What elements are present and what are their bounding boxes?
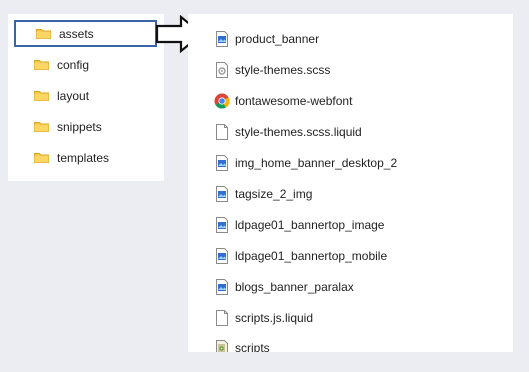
folder-label: templates <box>57 150 110 165</box>
folder-label: layout <box>57 88 90 103</box>
settings-file-icon <box>214 61 230 78</box>
image-file-icon <box>214 278 230 295</box>
folder-icon <box>34 90 49 101</box>
file-label: ldpage01_bannertop_mobile <box>235 248 388 263</box>
file-label: img_home_banner_desktop_2 <box>235 155 398 170</box>
script-file-icon <box>214 339 230 352</box>
file-item[interactable]: product_banner <box>188 23 513 54</box>
file-label: style-themes.scss <box>235 62 331 77</box>
file-label: fontawesome-webfont <box>235 93 353 108</box>
file-item[interactable]: ldpage01_bannertop_image <box>188 209 513 240</box>
file-label: scripts.js.liquid <box>235 310 314 325</box>
file-item[interactable]: tagsize_2_img <box>188 178 513 209</box>
folder-item-templates[interactable]: templates <box>14 144 157 171</box>
folder-item-assets[interactable]: assets <box>14 20 157 47</box>
file-item[interactable]: ldpage01_bannertop_mobile <box>188 240 513 271</box>
chrome-icon <box>214 93 230 109</box>
image-file-icon <box>214 30 230 47</box>
folder-item-layout[interactable]: layout <box>14 82 157 109</box>
file-label: scripts <box>235 340 270 353</box>
file-label: product_banner <box>235 31 320 46</box>
folder-item-snippets[interactable]: snippets <box>14 113 157 140</box>
file-item[interactable]: scripts <box>188 332 513 352</box>
image-file-icon <box>214 185 230 202</box>
image-file-icon <box>214 216 230 233</box>
file-item[interactable]: scripts.js.liquid <box>188 302 513 333</box>
blank-file-icon <box>214 309 230 326</box>
file-label: ldpage01_bannertop_image <box>235 217 385 232</box>
file-item[interactable]: img_home_banner_desktop_2 <box>188 147 513 178</box>
file-list-panel: product_banner style-themes.scss fontawe… <box>188 14 513 352</box>
folder-label: assets <box>59 26 94 41</box>
file-item[interactable]: style-themes.scss.liquid <box>188 116 513 147</box>
file-label: blogs_banner_paralax <box>235 279 354 294</box>
file-item[interactable]: style-themes.scss <box>188 54 513 85</box>
folder-label: config <box>57 57 90 72</box>
blank-file-icon <box>214 123 230 140</box>
folder-icon <box>36 28 51 39</box>
image-file-icon <box>214 247 230 264</box>
folder-tree-panel: assets config layout snippets templates <box>8 14 164 181</box>
file-item[interactable]: fontawesome-webfont <box>188 85 513 116</box>
folder-item-config[interactable]: config <box>14 51 157 78</box>
folder-label: snippets <box>57 119 102 134</box>
file-label: tagsize_2_img <box>235 186 313 201</box>
folder-icon <box>34 152 49 163</box>
file-item[interactable]: blogs_banner_paralax <box>188 271 513 302</box>
folder-icon <box>34 121 49 132</box>
folder-icon <box>34 59 49 70</box>
image-file-icon <box>214 154 230 171</box>
file-label: style-themes.scss.liquid <box>235 124 362 139</box>
